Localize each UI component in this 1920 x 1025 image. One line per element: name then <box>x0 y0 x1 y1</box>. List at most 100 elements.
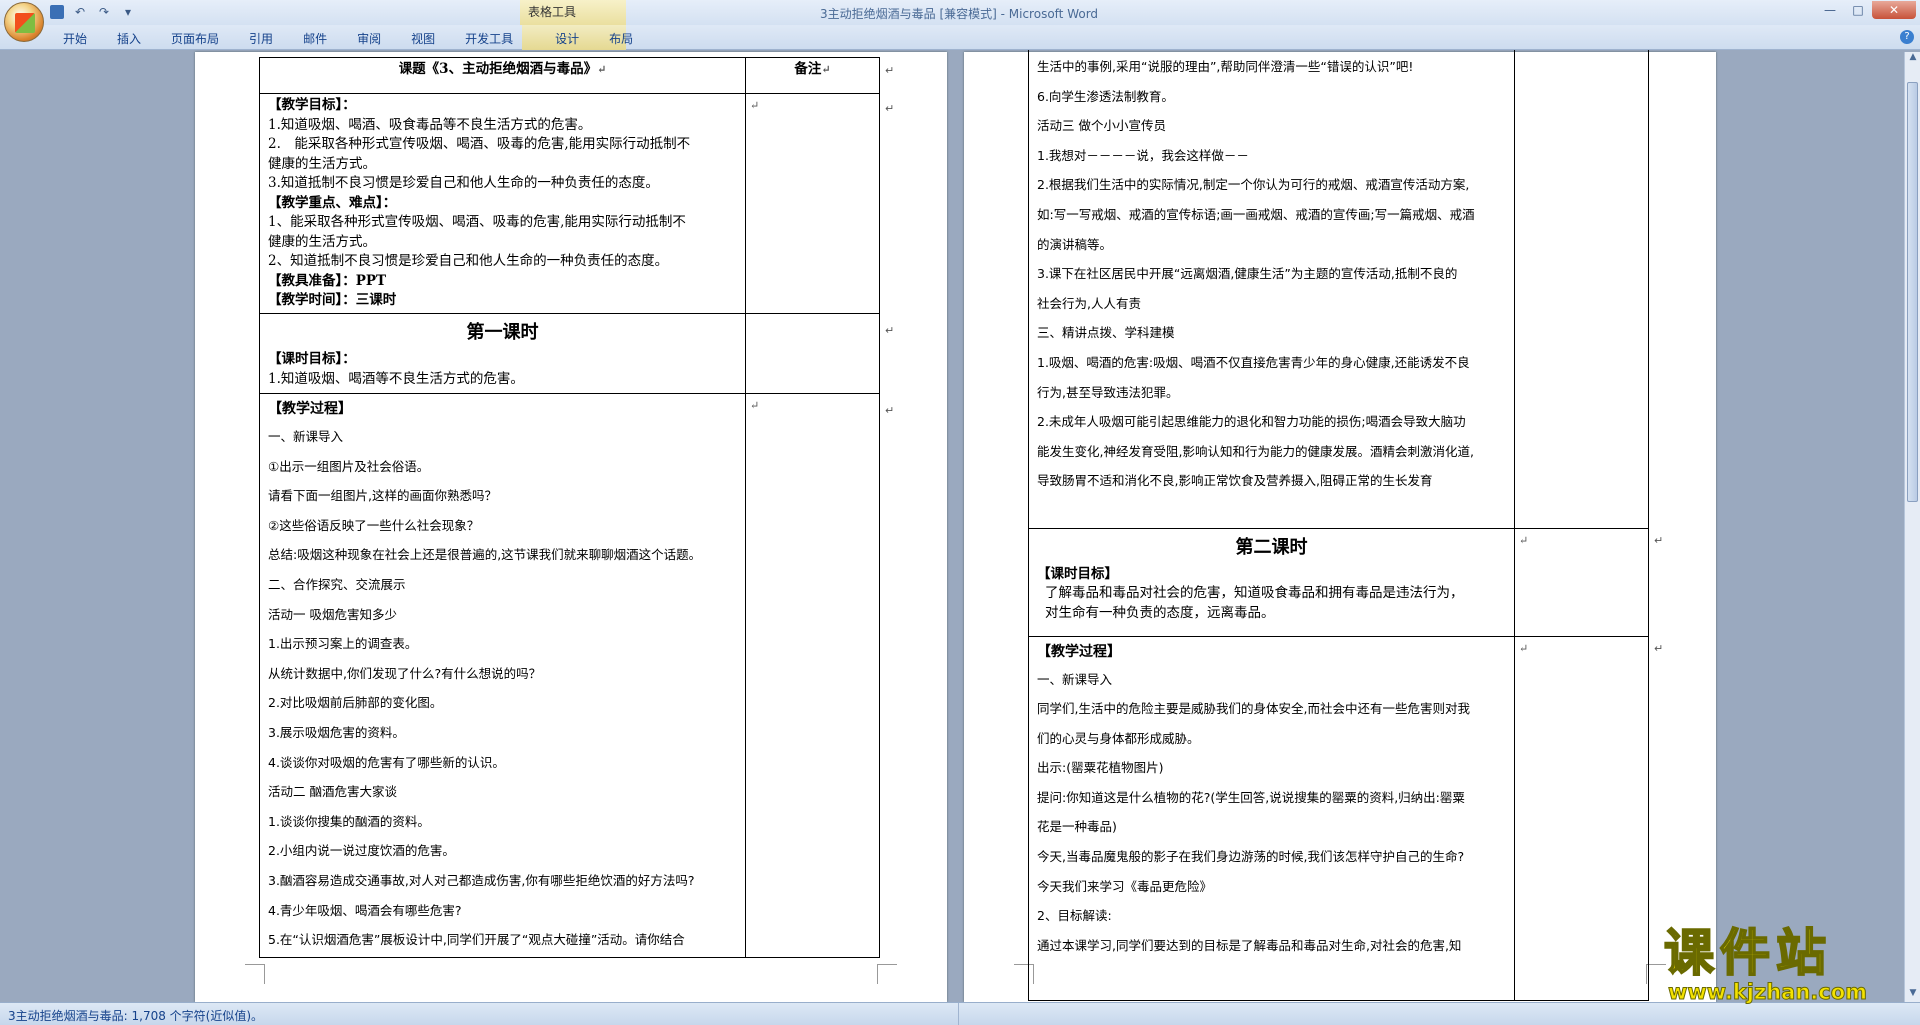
process-line: 提问:你知道这是什么植物的花?(学生回答,说说搜集的罂粟的资料,归纳出:罂粟 <box>1037 789 1465 805</box>
process-line: 2.对比吸烟前后肺部的变化图。 <box>268 695 443 711</box>
status-bar: 3主动拒绝烟酒与毒品: 1,708 个字符(近似值)。 <box>0 1002 1920 1025</box>
ribbon-tabs: 开始 插入 页面布局 引用 邮件 审阅 视图 开发工具 设计 布局 <box>48 29 648 49</box>
lesson-title-cell[interactable]: 课题《3、主动拒绝烟酒与毒品》↵ <box>259 57 746 94</box>
process-line: 活动三 做个小小宣传员 <box>1037 118 1166 134</box>
watermark-title: 课件站 <box>1663 923 1832 982</box>
row-end-mark: ↵ <box>885 102 895 115</box>
goal-line: 【教学目标】： <box>268 97 356 113</box>
close-button[interactable]: ✕ <box>1872 1 1916 19</box>
table-tools-label: 表格工具 <box>520 0 626 25</box>
process-line: 4.青少年吸烟、喝酒会有哪些危害? <box>268 902 462 918</box>
office-button[interactable] <box>4 2 44 42</box>
goal-line: 【教具准备】：PPT <box>268 272 387 289</box>
lesson1-title: 第一课时 <box>466 322 539 343</box>
process-line: 如:写一写戒烟、戒酒的宣传标语;画一画戒烟、戒酒的宣传画;写一篇戒烟、戒酒 <box>1037 206 1475 222</box>
process-line: 1.我想对－－－－说，我会这样做－－ <box>1037 147 1249 163</box>
customize-qat-icon[interactable]: ▾ <box>120 4 136 20</box>
watermark-url: www.kjzhan.com <box>1668 980 1868 1004</box>
status-divider <box>958 1003 959 1025</box>
process-line: 3.酗酒容易造成交通事故,对人对己都造成伤害,你有哪些拒绝饮酒的好方法吗? <box>268 872 695 888</box>
tab-page-layout[interactable]: 页面布局 <box>156 29 234 49</box>
process-line: 的演讲稿等。 <box>1037 236 1113 252</box>
remark-cell[interactable]: ↵ <box>1514 527 1649 637</box>
process-line: 3.课下在社区居民中开展“远离烟酒,健康生活”为主题的宣传活动,抵制不良的 <box>1037 266 1458 282</box>
remark-cell[interactable] <box>745 313 880 394</box>
process-line: ①出示一组图片及社会俗语。 <box>268 458 430 474</box>
process-line: 今天我们来学习《毒品更危险》 <box>1037 878 1213 894</box>
tab-home[interactable]: 开始 <box>48 29 102 49</box>
margin-corner-mark <box>1646 964 1666 984</box>
lesson1-goal: 1.知道吸烟、喝酒等不良生活方式的危害。 <box>268 370 524 387</box>
lesson-title: 课题《3、主动拒绝烟酒与毒品》 <box>398 61 598 77</box>
process-line: 6.向学生渗透法制教育。 <box>1037 88 1174 104</box>
remark-cell[interactable] <box>1514 50 1649 529</box>
save-icon[interactable] <box>50 5 64 19</box>
remark-cell[interactable]: ↵ <box>1514 635 1649 1001</box>
goal-line: 3.知道抵制不良习惯是珍爱自己和他人生命的一种负责任的态度。 <box>268 175 659 191</box>
lesson2-cell[interactable]: 第二课时 【课时目标】 了解毒品和毒品对社会的危害，知道吸食毒品和拥有毒品是违法… <box>1028 527 1515 637</box>
process-line: 请看下面一组图片,这样的画面你熟悉吗？ <box>268 488 497 504</box>
tab-design[interactable]: 设计 <box>540 29 594 49</box>
tab-review[interactable]: 审阅 <box>342 29 396 49</box>
margin-corner-mark <box>245 964 265 984</box>
lesson2-goal-line: 对生命有一种负责的态度，远离毒品。 <box>1045 604 1275 621</box>
minimize-button[interactable]: — <box>1816 1 1844 19</box>
process-line: 导致肠胃不适和消化不良,影响正常饮食及营养摄入,阻碍正常的生长发育 <box>1037 473 1433 489</box>
tab-view[interactable]: 视图 <box>396 29 450 49</box>
process-line: 们的心灵与身体都形成威胁。 <box>1037 730 1200 746</box>
tab-layout[interactable]: 布局 <box>594 29 648 49</box>
process-line: 社会行为,人人有责 <box>1037 295 1141 311</box>
redo-icon[interactable]: ↷ <box>96 4 112 20</box>
process-line: 生活中的事例,采用“说服的理由”,帮助同伴澄清一些“错误的认识”吧! <box>1037 59 1414 74</box>
process-line: 今天,当毒品魔鬼般的影子在我们身边游荡的时候,我们该怎样守护自己的生命? <box>1037 849 1465 865</box>
process-line: 2.小组内说一说过度饮酒的危害。 <box>268 843 455 859</box>
process-line: 二、合作探究、交流展示 <box>268 576 406 592</box>
quick-access-toolbar: ↶ ↷ ▾ <box>50 4 136 20</box>
maximize-button[interactable]: □ <box>1844 1 1872 19</box>
process-line: 2.根据我们生活中的实际情况,制定一个你认为可行的戒烟、戒酒宣传活动方案, <box>1037 177 1470 193</box>
window-controls: — □ ✕ <box>1816 1 1916 19</box>
window-title: 3主动拒绝烟酒与毒品 [兼容模式] - Microsoft Word <box>820 7 1099 21</box>
tab-insert[interactable]: 插入 <box>102 29 156 49</box>
help-icon[interactable]: ? <box>1900 30 1914 44</box>
row-end-mark: ↵ <box>1654 642 1664 655</box>
process-line: 总结:吸烟这种现象在社会上还是很普遍的,这节课我们就来聊聊烟酒这个话题。 <box>268 547 702 563</box>
process-line: 一、新课导入 <box>1037 671 1113 687</box>
lesson1-cell[interactable]: 第一课时 【课时目标】： 1.知道吸烟、喝酒等不良生活方式的危害。 <box>259 313 746 394</box>
remark-cell[interactable]: ↵ <box>745 393 880 958</box>
process-line: 1.谈谈你搜集的酗酒的资料。 <box>268 813 430 829</box>
remark-cell[interactable]: ↵ <box>745 93 880 314</box>
process-line: 1.出示预习案上的调查表。 <box>268 636 418 652</box>
process-line: 从统计数据中,你们发现了什么?有什么想说的吗？ <box>268 665 542 681</box>
scroll-up-icon[interactable]: ▲ <box>1905 52 1920 66</box>
status-text: 3主动拒绝烟酒与毒品: 1,708 个字符(近似值)。 <box>8 1009 264 1023</box>
teaching-goals-cell[interactable]: 【教学目标】： 1.知道吸烟、喝酒、吸食毒品等不良生活方式的危害。 2. 能采取… <box>259 93 746 314</box>
remark-header-cell[interactable]: 备注↵ <box>745 57 880 94</box>
goal-line: 【教学时间】：三课时 <box>268 292 397 308</box>
vertical-scrollbar[interactable]: ▲ ▼ <box>1904 52 1920 1002</box>
lesson-plan-table-left[interactable]: 课题《3、主动拒绝烟酒与毒品》↵ 备注↵ 【教学目标】： 1.知道吸烟、喝酒、吸… <box>259 57 880 958</box>
tab-mailings[interactable]: 邮件 <box>288 29 342 49</box>
lesson1-goal-label: 【课时目标】： <box>268 351 356 367</box>
process-line: 行为,甚至导致违法犯罪。 <box>1037 384 1179 400</box>
row-end-mark: ↵ <box>1654 534 1664 547</box>
process-line: 花是一种毒品) <box>1037 819 1117 835</box>
tab-references[interactable]: 引用 <box>234 29 288 49</box>
undo-icon[interactable]: ↶ <box>72 4 88 20</box>
lesson2-goal-label: 【课时目标】 <box>1037 565 1118 582</box>
process-line: 活动一 吸烟危害知多少 <box>268 606 397 622</box>
process-line: 2、目标解读: <box>1037 908 1112 924</box>
goal-line: 1、能采取各种形式宣传吸烟、喝酒、吸毒的危害,能用实际行动抵制不 <box>268 214 686 230</box>
teaching-process-continued-cell[interactable]: 生活中的事例,采用“说服的理由”,帮助同伴澄清一些“错误的认识”吧! 6.向学生… <box>1028 50 1515 529</box>
tab-developer[interactable]: 开发工具 <box>450 29 528 49</box>
scrollbar-thumb[interactable] <box>1907 82 1918 502</box>
process-line: ②这些俗语反映了一些什么社会现象？ <box>268 517 480 533</box>
process-line: 通过本课学习,同学们要达到的目标是了解毒品和毒品对生命,对社会的危害,知 <box>1037 937 1462 953</box>
lesson2-title: 第二课时 <box>1235 536 1308 558</box>
lesson2-process-cell[interactable]: 【教学过程】 一、新课导入 同学们,生活中的危险主要是威胁我们的身体安全,而社会… <box>1028 635 1515 1001</box>
title-bar: ↶ ↷ ▾ 表格工具 3主动拒绝烟酒与毒品 [兼容模式] - Microsoft… <box>0 0 1920 25</box>
lesson-plan-table-right[interactable]: 生活中的事例,采用“说服的理由”,帮助同伴澄清一些“错误的认识”吧! 6.向学生… <box>1028 50 1649 1001</box>
goal-line: 1.知道吸烟、喝酒、吸食毒品等不良生活方式的危害。 <box>268 116 592 133</box>
row-end-mark: ↵ <box>885 64 895 77</box>
teaching-process-cell[interactable]: 【教学过程】 一、新课导入 ①出示一组图片及社会俗语。 请看下面一组图片,这样的… <box>259 393 746 958</box>
